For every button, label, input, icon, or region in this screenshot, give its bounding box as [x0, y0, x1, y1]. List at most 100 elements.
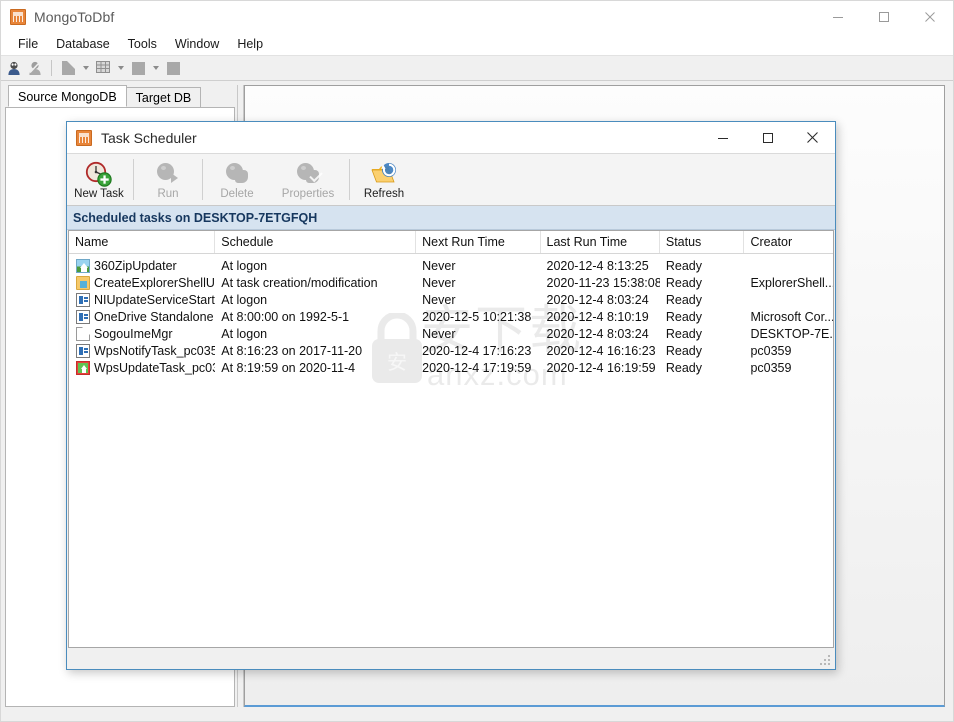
refresh-button[interactable]: Refresh: [352, 154, 416, 205]
cell-next-run: Never: [422, 258, 456, 273]
cell-last-run: 2020-12-4 8:10:19: [546, 309, 649, 324]
cell-last-run: 2020-11-23 15:38:08: [546, 275, 660, 290]
task-scheduler-icon: [76, 129, 92, 146]
dialog-minimize-icon[interactable]: [700, 122, 745, 153]
delete-label: Delete: [220, 188, 254, 200]
cell-schedule: At 8:19:59 on 2020-11-4: [221, 360, 356, 375]
tab-source-mongodb[interactable]: Source MongoDB: [8, 85, 127, 107]
app-360-icon: [76, 258, 90, 273]
cell-next-run: 2020-12-4 17:19:59: [422, 360, 532, 375]
cell-schedule: At logon: [221, 326, 268, 341]
resize-grip[interactable]: [820, 655, 832, 667]
new-document-dropdown-icon[interactable]: [80, 59, 91, 77]
table-row[interactable]: WpsNotifyTask_pc0359 At 8:16:23 on 2017-…: [69, 342, 833, 359]
cell-status: Ready: [665, 360, 703, 375]
cell-schedule: At 8:00:00 on 1992-5-1: [221, 309, 350, 324]
cell-creator: ExplorerShell...: [750, 275, 833, 290]
cell-creator: pc0359: [750, 360, 792, 375]
cell-creator: [744, 257, 833, 274]
table-row[interactable]: WpsUpdateTask_pc0359 At 8:19:59 on 2020-…: [69, 359, 833, 376]
column-header-creator[interactable]: Creator: [744, 231, 833, 253]
table-grid-icon[interactable]: [94, 59, 112, 77]
dialog-close-icon[interactable]: [790, 122, 835, 153]
cell-creator: DESKTOP-7E...: [750, 326, 833, 341]
new-document-icon[interactable]: [59, 59, 77, 77]
task-list: 安 安下载 anxz.com Name Schedule Next Run Ti…: [68, 230, 834, 648]
properties-button[interactable]: Properties: [269, 154, 347, 205]
properties-label: Properties: [281, 188, 335, 200]
window-icon: [76, 343, 90, 358]
dialog-toolbar: New Task Run Delete Properties Refresh: [67, 153, 835, 206]
cell-name: NIUpdateServiceStart...: [94, 292, 216, 307]
export-dropdown-icon[interactable]: [150, 59, 161, 77]
task-scheduler-dialog: Task Scheduler New Task Run Delete Prope…: [66, 121, 836, 670]
app-icon: [10, 9, 26, 25]
cell-name: WpsNotifyTask_pc0359: [94, 343, 216, 358]
cell-next-run: Never: [422, 292, 456, 307]
cell-status: Ready: [665, 309, 703, 324]
column-header-next-run-time[interactable]: Next Run Time: [416, 231, 541, 253]
table-header-row: Name Schedule Next Run Time Last Run Tim…: [69, 231, 833, 254]
delete-button[interactable]: Delete: [205, 154, 269, 205]
cell-next-run: 2020-12-5 10:21:38: [422, 309, 532, 324]
menu-help[interactable]: Help: [228, 35, 272, 53]
cell-name: CreateExplorerShellUn...: [94, 275, 215, 290]
cell-status: Ready: [665, 275, 703, 290]
window-icon: [76, 292, 90, 307]
app-title: MongoToDbf: [34, 9, 115, 25]
cell-next-run: 2020-12-4 17:16:23: [422, 343, 532, 358]
run-icon: [154, 161, 182, 187]
table-row[interactable]: SogouImeMgr At logon Never 2020-12-4 8:0…: [69, 325, 833, 342]
table-row[interactable]: OneDrive Standalone ... At 8:00:00 on 19…: [69, 308, 833, 325]
dialog-titlebar: Task Scheduler: [67, 122, 835, 153]
menu-file[interactable]: File: [9, 35, 47, 53]
cell-creator: [744, 291, 833, 308]
wps-icon: [76, 360, 90, 375]
cell-next-run: Never: [422, 326, 456, 341]
toolbar-separator: [51, 60, 52, 76]
cell-schedule: At logon: [221, 292, 268, 307]
cell-name: OneDrive Standalone ...: [94, 309, 216, 324]
run-label: Run: [157, 188, 179, 200]
cell-schedule: At 8:16:23 on 2017-11-20: [221, 343, 363, 358]
menubar: File Database Tools Window Help: [1, 33, 953, 55]
stop-icon[interactable]: [164, 59, 182, 77]
menu-database[interactable]: Database: [47, 35, 119, 53]
cell-status: Ready: [665, 292, 703, 307]
table-body: 360ZipUpdater At logon Never 2020-12-4 8…: [69, 254, 833, 376]
refresh-icon: [370, 161, 398, 187]
new-task-button[interactable]: New Task: [67, 154, 131, 205]
column-header-name[interactable]: Name: [69, 231, 216, 253]
dialog-window-controls: [700, 122, 835, 153]
cell-status: Ready: [665, 326, 703, 341]
menu-window[interactable]: Window: [166, 35, 228, 53]
minimize-icon[interactable]: [815, 1, 861, 33]
table-grid-dropdown-icon[interactable]: [115, 59, 126, 77]
export-icon[interactable]: [129, 59, 147, 77]
close-icon[interactable]: [907, 1, 953, 33]
toolbar-separator-2: [202, 159, 203, 200]
cell-last-run: 2020-12-4 8:03:24: [546, 292, 649, 307]
scheduled-tasks-banner: Scheduled tasks on DESKTOP-7ETGFQH: [67, 206, 835, 230]
cell-name: SogouImeMgr: [94, 326, 173, 341]
cell-schedule: At logon: [221, 258, 268, 273]
maximize-icon[interactable]: [861, 1, 907, 33]
tab-target-db[interactable]: Target DB: [125, 87, 202, 107]
table-row[interactable]: NIUpdateServiceStart... At logon Never 2…: [69, 291, 833, 308]
disconnect-icon[interactable]: [26, 59, 44, 77]
column-header-last-run-time[interactable]: Last Run Time: [541, 231, 660, 253]
table-row[interactable]: 360ZipUpdater At logon Never 2020-12-4 8…: [69, 257, 833, 274]
dialog-maximize-icon[interactable]: [745, 122, 790, 153]
toolbar-separator-1: [133, 159, 134, 200]
table-row[interactable]: CreateExplorerShellUn... At task creatio…: [69, 274, 833, 291]
run-button[interactable]: Run: [136, 154, 200, 205]
connect-source-icon[interactable]: [5, 59, 23, 77]
tabstrip: Source MongoDB Target DB: [5, 85, 237, 107]
main-toolbar: [1, 55, 953, 81]
cell-status: Ready: [665, 343, 703, 358]
cell-last-run: 2020-12-4 16:19:59: [546, 360, 656, 375]
menu-tools[interactable]: Tools: [119, 35, 166, 53]
column-header-schedule[interactable]: Schedule: [215, 231, 417, 253]
cell-last-run: 2020-12-4 8:13:25: [546, 258, 649, 273]
column-header-status[interactable]: Status: [660, 231, 745, 253]
